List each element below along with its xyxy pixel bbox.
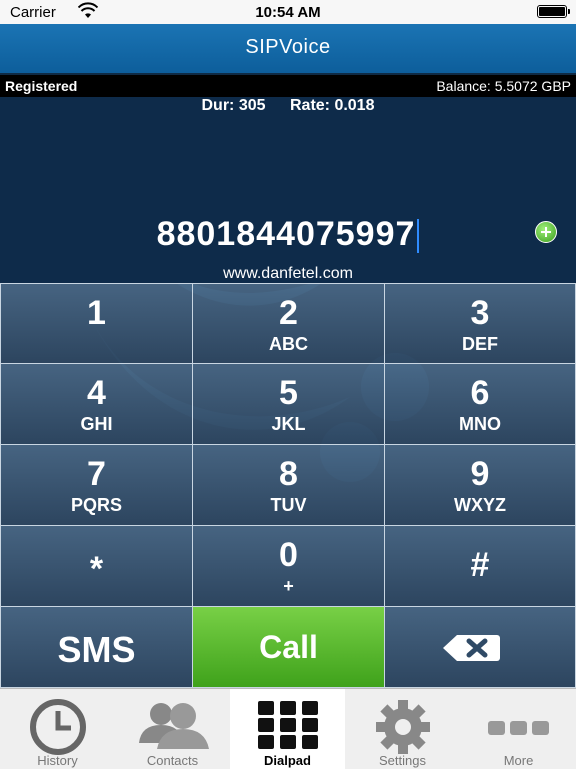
clock-time: 10:54 AM bbox=[255, 4, 321, 21]
tab-more[interactable]: More bbox=[461, 689, 576, 769]
key-4[interactable]: 4 GHI bbox=[0, 363, 193, 445]
key-digit: # bbox=[470, 546, 490, 584]
gear-icon bbox=[375, 700, 430, 754]
key-9[interactable]: 9 WXYZ bbox=[384, 444, 576, 526]
backspace-icon bbox=[443, 635, 500, 661]
tab-bar: History Contacts Dialpad Settings More bbox=[0, 688, 576, 769]
app-title: SIPVoice bbox=[245, 36, 331, 58]
key-6[interactable]: 6 MNO bbox=[384, 363, 576, 445]
key-3[interactable]: 3 DEF bbox=[384, 283, 576, 364]
key-digit: 9 bbox=[470, 455, 490, 493]
dialpad-icon bbox=[257, 701, 318, 749]
backspace-button[interactable] bbox=[384, 606, 576, 688]
nav-bar: SIPVoice bbox=[0, 24, 576, 73]
contacts-icon bbox=[138, 703, 209, 749]
key-letters: TUV bbox=[270, 495, 307, 515]
dial-display: Dur: 305 Rate: 0.018 8801844075997 www.d… bbox=[0, 97, 576, 283]
tab-settings[interactable]: Settings bbox=[345, 689, 460, 769]
key-5[interactable]: 5 JKL bbox=[192, 363, 385, 445]
tab-contacts[interactable]: Contacts bbox=[115, 689, 230, 769]
tab-dialpad[interactable]: Dialpad bbox=[230, 689, 345, 769]
key-8[interactable]: 8 TUV bbox=[192, 444, 385, 526]
key-letters: JKL bbox=[271, 414, 306, 434]
tab-contacts-label: Contacts bbox=[146, 753, 199, 768]
call-duration: Dur: 305 bbox=[201, 97, 266, 114]
key-letters: PQRS bbox=[70, 495, 122, 515]
key-2[interactable]: 2 ABC bbox=[192, 283, 385, 364]
tab-history-label: History bbox=[37, 753, 78, 768]
call-button[interactable]: Call bbox=[192, 606, 385, 688]
call-label: Call bbox=[259, 629, 318, 665]
key-digit: 1 bbox=[87, 294, 106, 332]
key-digit: 3 bbox=[470, 294, 490, 332]
status-bar: Carrier 10:54 AM bbox=[0, 0, 576, 24]
key-digit: 6 bbox=[470, 374, 490, 412]
dialed-number-field[interactable]: 8801844075997 bbox=[0, 215, 576, 254]
key-digit: * bbox=[89, 550, 104, 588]
balance-label: Balance: 5.5072 GBP bbox=[436, 78, 571, 94]
text-cursor bbox=[417, 219, 420, 254]
more-icon bbox=[487, 721, 549, 735]
key-7[interactable]: 7 PQRS bbox=[0, 444, 193, 526]
tab-dialpad-label: Dialpad bbox=[264, 753, 311, 768]
key-digit: 2 bbox=[279, 294, 298, 332]
key-letters: WXYZ bbox=[454, 495, 506, 515]
key-letters: MNO bbox=[459, 414, 501, 434]
dialed-number: 8801844075997 bbox=[156, 215, 416, 253]
key-digit: 7 bbox=[87, 455, 106, 493]
tab-more-label: More bbox=[503, 753, 534, 768]
tab-history[interactable]: History bbox=[0, 689, 115, 769]
key-0[interactable]: 0 + bbox=[192, 525, 385, 607]
tab-settings-label: Settings bbox=[379, 753, 426, 768]
key-letters: DEF bbox=[462, 334, 498, 354]
key-digit: 4 bbox=[87, 374, 106, 412]
battery-icon bbox=[537, 5, 570, 18]
key-digit: 8 bbox=[279, 455, 298, 493]
key-hash[interactable]: # bbox=[384, 525, 576, 607]
key-letters: + bbox=[283, 576, 294, 596]
key-digit: 0 bbox=[279, 536, 298, 574]
key-1[interactable]: 1 bbox=[0, 283, 193, 364]
sms-label: SMS bbox=[57, 629, 136, 670]
call-info: Dur: 305 Rate: 0.018 bbox=[0, 97, 576, 115]
key-star[interactable]: * bbox=[0, 525, 193, 607]
account-info-bar: Registered Balance: 5.5072 GBP bbox=[0, 75, 576, 97]
key-digit: 5 bbox=[279, 374, 298, 412]
sms-button[interactable]: SMS bbox=[0, 606, 193, 688]
registration-status: Registered bbox=[5, 78, 78, 94]
key-letters: GHI bbox=[80, 414, 113, 434]
key-letters: ABC bbox=[269, 334, 308, 354]
clock-icon bbox=[29, 699, 86, 755]
call-rate: Rate: 0.018 bbox=[289, 97, 375, 114]
add-contact-icon[interactable] bbox=[535, 221, 557, 243]
dialpad: 1 2 ABC 3 DEF 4 GHI 5 JKL 6 MNO 7 PQRS 8… bbox=[0, 283, 576, 688]
website-label: www.danfetel.com bbox=[223, 265, 353, 282]
